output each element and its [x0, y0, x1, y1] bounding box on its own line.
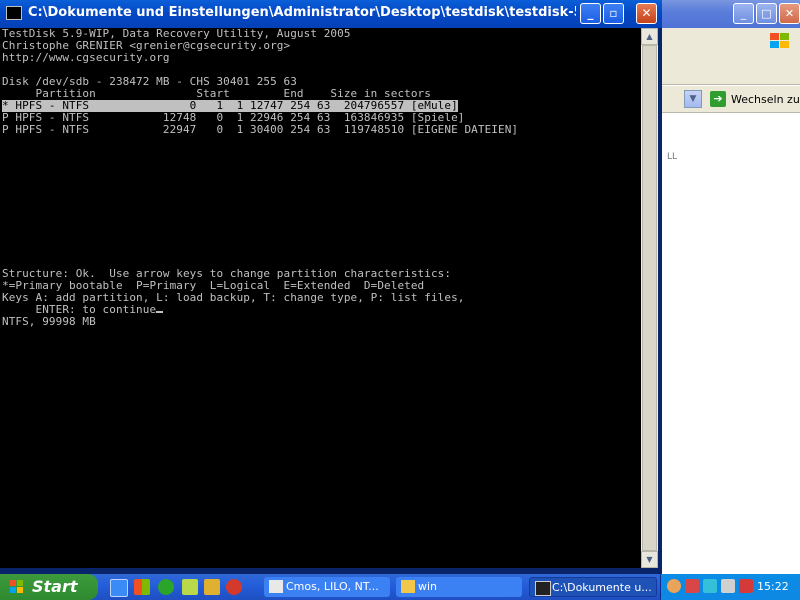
console-icon	[535, 581, 551, 596]
network-icon[interactable]	[721, 579, 735, 593]
background-text-fragment: LL	[667, 152, 678, 162]
folder-icon	[401, 580, 415, 593]
partition-info-line: NTFS, 99998 MB	[2, 315, 96, 328]
task-button[interactable]: Cmos, LILO, NT...	[264, 577, 390, 597]
console-window[interactable]: C:\Dokumente und Einstellungen\Administr…	[0, 0, 662, 574]
scroll-thumb[interactable]	[642, 45, 657, 551]
messenger-icon[interactable]	[158, 579, 174, 595]
clock: 15:22	[757, 580, 789, 593]
close-button[interactable]: ✕	[779, 3, 800, 24]
antivirus-icon[interactable]	[739, 579, 753, 593]
task-button[interactable]: win	[396, 577, 522, 597]
windows-logo-icon	[770, 33, 789, 48]
start-button[interactable]: Start	[0, 574, 98, 600]
task-button-active[interactable]: C:\Dokumente u...	[529, 577, 657, 597]
tray-app-icon[interactable]	[703, 579, 717, 593]
taskbar: Start Cmos, LILO, NT... win C:\Dokumente…	[0, 574, 800, 600]
close-button[interactable]: ✕	[636, 3, 657, 24]
scroll-down-icon[interactable]: ▼	[641, 551, 658, 568]
minimize-button[interactable]: _	[733, 3, 754, 24]
console-icon	[6, 6, 22, 20]
console-line: http://www.cgsecurity.org	[2, 51, 170, 64]
task-label: win	[418, 580, 438, 593]
browser-icon[interactable]	[226, 579, 242, 595]
address-dropdown-button[interactable]: ▼	[684, 90, 702, 108]
minimize-button[interactable]: _	[580, 3, 601, 24]
task-label: Cmos, LILO, NT...	[286, 580, 379, 593]
console-output[interactable]: TestDisk 5.9-WIP, Data Recovery Utility,…	[0, 28, 641, 568]
windows-icon[interactable]	[134, 579, 150, 595]
vertical-scrollbar[interactable]: ▲ ▼	[641, 28, 658, 568]
tool-icon[interactable]	[204, 579, 220, 595]
maximize-button[interactable]: □	[756, 3, 777, 24]
system-tray: 15:22	[660, 574, 800, 600]
windows-flag-icon	[10, 580, 23, 593]
text-cursor	[156, 311, 164, 313]
tray-app-icon[interactable]	[685, 579, 699, 593]
maximize-button[interactable]: ▫	[603, 3, 624, 24]
window-icon	[269, 580, 283, 593]
console-title: C:\Dokumente und Einstellungen\Administr…	[28, 5, 576, 20]
partition-row[interactable]: P HPFS - NTFS 22947 0 1 30400 254 63 119…	[2, 124, 518, 136]
console-titlebar[interactable]: C:\Dokumente und Einstellungen\Administr…	[0, 0, 662, 28]
go-arrow-icon[interactable]: ➔	[710, 91, 726, 107]
go-button-label[interactable]: Wechseln zu	[731, 93, 800, 106]
scroll-up-icon[interactable]: ▲	[641, 28, 658, 45]
internet-explorer-icon[interactable]	[110, 579, 128, 597]
task-label: C:\Dokumente u...	[552, 581, 652, 594]
start-label: Start	[32, 577, 78, 596]
app-icon[interactable]	[182, 579, 198, 595]
tray-expand-icon[interactable]	[667, 579, 681, 593]
